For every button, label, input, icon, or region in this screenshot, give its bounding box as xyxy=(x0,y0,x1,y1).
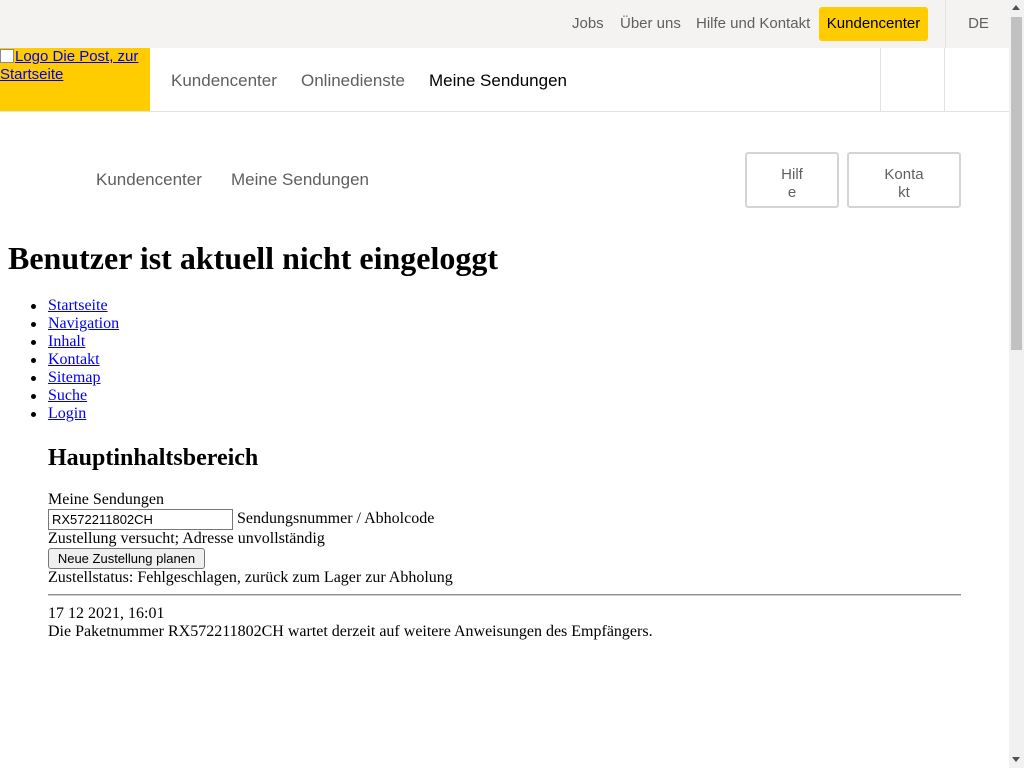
section-label: Meine Sendungen xyxy=(48,491,164,508)
list-item: Startseite xyxy=(30,297,119,315)
skip-link-sitemap[interactable]: Sitemap xyxy=(48,369,100,386)
logo-alt-text: Logo Die Post, zur Startseite xyxy=(0,48,139,83)
help-contact-link[interactable]: Hilfe und Kontakt xyxy=(696,15,810,33)
logo[interactable]: Logo Die Post, zur Startseite xyxy=(0,48,150,111)
list-item: Login xyxy=(30,405,119,423)
skip-link-contact[interactable]: Kontakt xyxy=(48,351,100,368)
tracking-number-input[interactable] xyxy=(48,509,233,530)
nav-customer-center[interactable]: Kundencenter xyxy=(171,72,277,90)
login-button[interactable] xyxy=(944,48,1010,111)
scroll-down-arrow-icon[interactable] xyxy=(1012,757,1020,762)
list-item: Sitemap xyxy=(30,369,119,387)
skip-links: Startseite Navigation Inhalt Kontakt Sit… xyxy=(0,297,119,423)
plan-new-delivery-button[interactable]: Neue Zustellung planen xyxy=(48,548,205,569)
list-item: Kontakt xyxy=(30,351,119,369)
contact-button-label: Kontakt xyxy=(884,165,924,201)
contact-button[interactable]: Kontakt xyxy=(847,152,961,208)
skip-link-content[interactable]: Inhalt xyxy=(48,333,85,350)
scrollbar-thumb[interactable] xyxy=(1011,17,1022,350)
divider xyxy=(48,594,961,596)
delivery-note: Zustellung versucht; Adresse unvollständ… xyxy=(48,530,325,547)
tracking-input-label: Sendungsnummer / Abholcode xyxy=(237,510,435,527)
main-header: Logo Die Post, zur Startseite Kundencent… xyxy=(0,48,1009,112)
list-item: Navigation xyxy=(30,315,119,333)
event-text: Die Paketnummer RX572211802CH wartet der… xyxy=(48,623,653,640)
breadcrumb-customer-center[interactable]: Kundencenter xyxy=(96,171,202,189)
scrollbar[interactable] xyxy=(1009,0,1024,768)
about-link[interactable]: Über uns xyxy=(620,15,681,33)
help-button-label: Hilfe xyxy=(781,165,803,201)
broken-image-icon xyxy=(0,49,14,63)
search-button[interactable] xyxy=(880,48,945,111)
help-button[interactable]: Hilfe xyxy=(745,152,839,208)
breadcrumb-my-shipments[interactable]: Meine Sendungen xyxy=(231,171,369,189)
utility-bar: Jobs Über uns Hilfe und Kontakt Kundence… xyxy=(0,0,1009,48)
list-item: Suche xyxy=(30,387,119,405)
customer-center-button[interactable]: Kundencenter xyxy=(819,7,928,41)
language-selector[interactable]: DE xyxy=(945,0,1009,48)
nav-online-services[interactable]: Onlinedienste xyxy=(301,72,405,90)
skip-link-search[interactable]: Suche xyxy=(48,387,87,404)
nav-my-shipments[interactable]: Meine Sendungen xyxy=(429,72,567,90)
page-title: Benutzer ist aktuell nicht eingeloggt xyxy=(8,240,499,276)
logo-link[interactable]: Logo Die Post, zur Startseite xyxy=(0,48,150,84)
delivery-status: Zustellstatus: Fehlgeschlagen, zurück zu… xyxy=(48,569,453,586)
skip-link-login[interactable]: Login xyxy=(48,405,86,422)
list-item: Inhalt xyxy=(30,333,119,351)
scroll-up-arrow-icon[interactable] xyxy=(1012,5,1020,10)
skip-link-home[interactable]: Startseite xyxy=(48,297,108,314)
event-datetime: 17 12 2021, 16:01 xyxy=(48,605,165,622)
jobs-link[interactable]: Jobs xyxy=(572,15,604,33)
main-content-heading: Hauptinhaltsbereich xyxy=(48,445,259,471)
skip-link-navigation[interactable]: Navigation xyxy=(48,315,119,332)
